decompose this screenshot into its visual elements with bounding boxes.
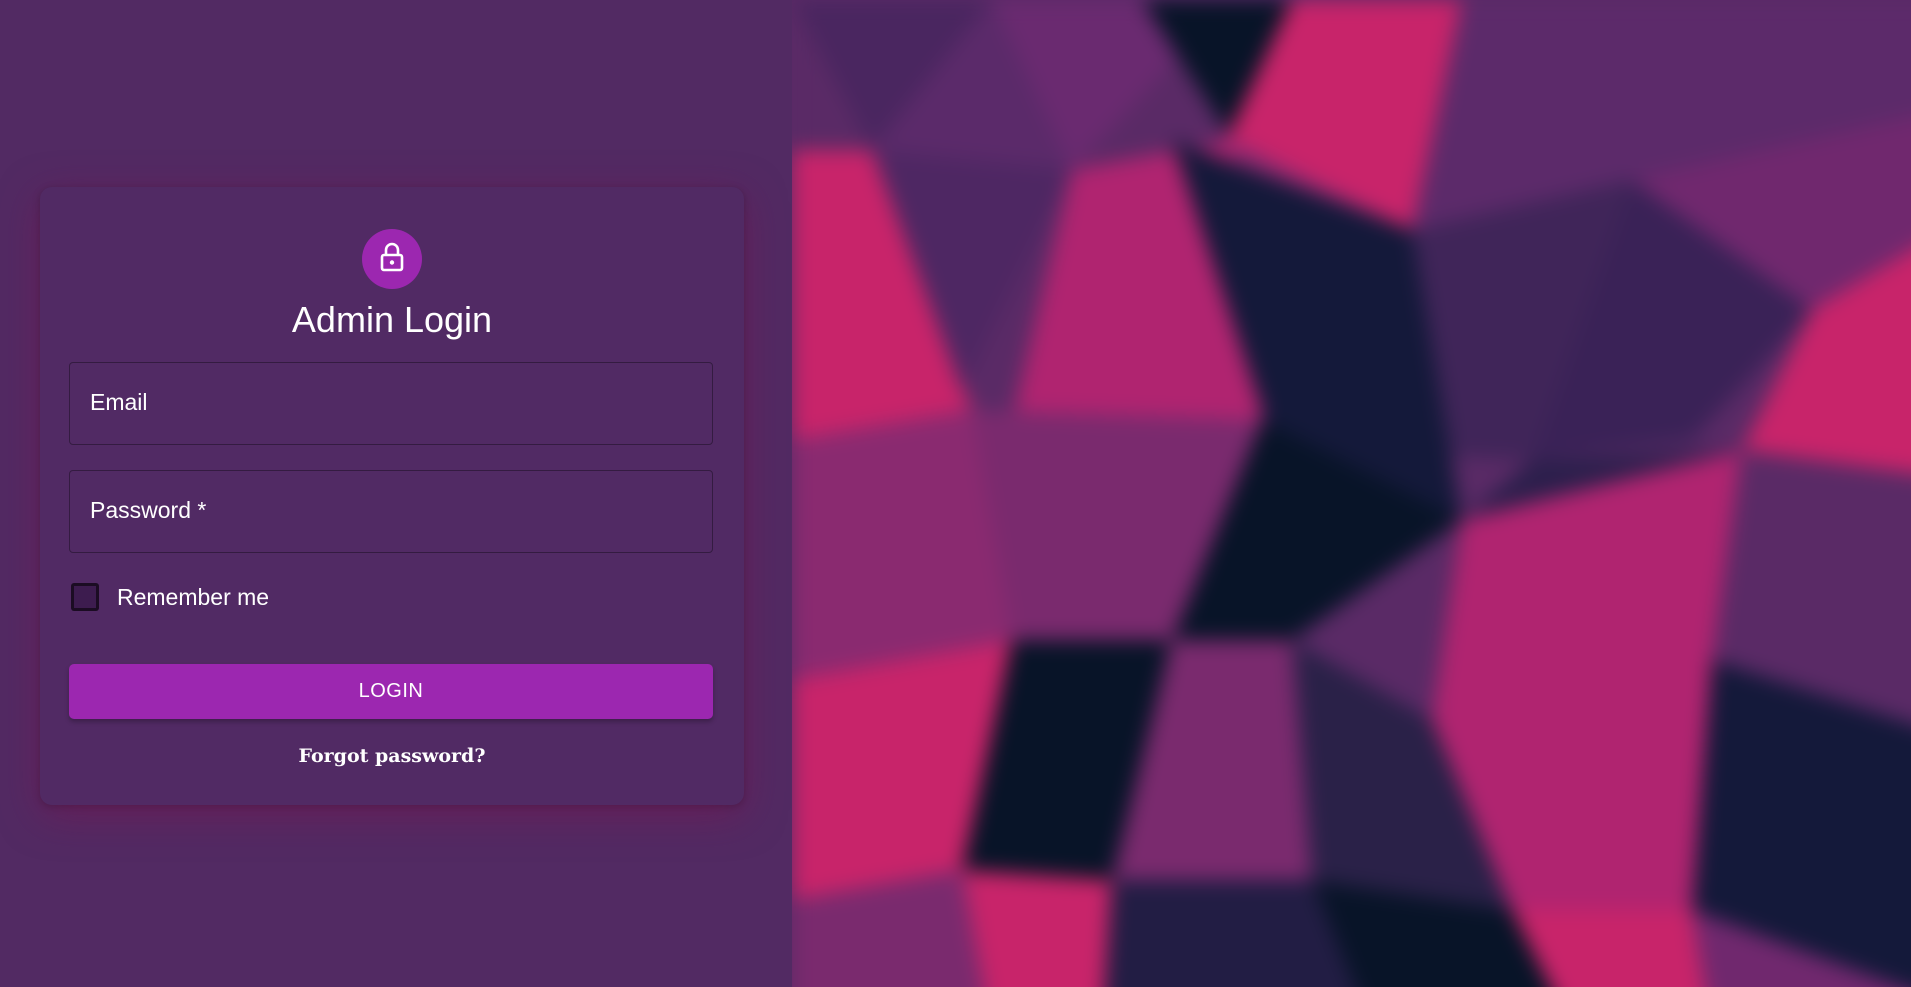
lock-avatar: [362, 229, 422, 289]
page-title: Admin Login: [291, 299, 493, 340]
background-image: [792, 0, 1911, 987]
forgot-password-link[interactable]: Forgot password?: [40, 745, 744, 767]
email-field[interactable]: Email: [69, 362, 713, 445]
email-label: Email: [90, 389, 148, 415]
remember-me-control[interactable]: Remember me: [71, 583, 269, 611]
password-field[interactable]: Password *: [69, 470, 713, 553]
password-label: Password *: [90, 497, 207, 523]
lock-icon: [378, 241, 406, 278]
remember-me-label[interactable]: Remember me: [117, 584, 269, 611]
left-panel: Admin Login Email Password * Remember me…: [0, 0, 792, 987]
low-poly-pattern: [792, 0, 1911, 987]
remember-me-checkbox[interactable]: [71, 583, 99, 611]
login-button[interactable]: LOGIN: [69, 664, 713, 719]
login-card: Admin Login Email Password * Remember me…: [40, 187, 744, 805]
